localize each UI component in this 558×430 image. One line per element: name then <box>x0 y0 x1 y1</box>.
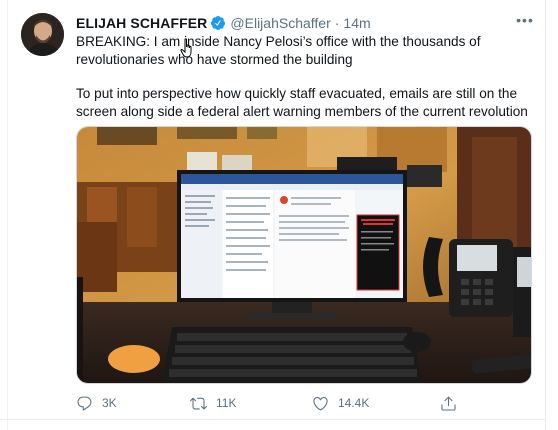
share-icon <box>441 396 456 411</box>
reply-icon <box>77 396 92 411</box>
action-bar: 3K 11K 14.4K <box>76 392 536 414</box>
retweet-button[interactable]: 11K <box>190 392 236 414</box>
heart-icon <box>313 396 328 410</box>
retweet-count: 11K <box>216 396 237 410</box>
tweet-photo[interactable] <box>76 126 532 384</box>
like-count: 14.4K <box>338 396 370 410</box>
hand-cursor-icon <box>180 38 196 60</box>
verified-badge-icon <box>210 15 226 31</box>
retweet-icon <box>190 397 207 409</box>
share-button[interactable] <box>440 392 466 414</box>
tweet-paragraph-1: BREAKING: I am inside Nancy Pelosi’s off… <box>76 34 481 67</box>
separator-dot: · <box>334 15 340 31</box>
tweet-text: BREAKING: I am inside Nancy Pelosi’s off… <box>76 33 536 120</box>
reply-count: 3K <box>102 396 117 410</box>
reply-button[interactable]: 3K <box>76 392 117 414</box>
like-button[interactable]: 14.4K <box>312 392 369 414</box>
timestamp[interactable]: 14m <box>343 15 370 31</box>
bottom-divider <box>0 419 546 420</box>
left-divider <box>7 0 8 430</box>
author-handle[interactable]: @ElijahSchaffer <box>230 15 330 31</box>
tweet-paragraph-2: To put into perspective how quickly staf… <box>76 86 528 119</box>
avatar[interactable] <box>21 13 64 56</box>
tweet-header: ELIJAH SCHAFFER @ElijahSchaffer · 14m <box>76 13 371 33</box>
more-icon[interactable]: ••• <box>515 13 535 33</box>
author-name[interactable]: ELIJAH SCHAFFER <box>76 15 207 31</box>
right-divider <box>545 0 546 430</box>
